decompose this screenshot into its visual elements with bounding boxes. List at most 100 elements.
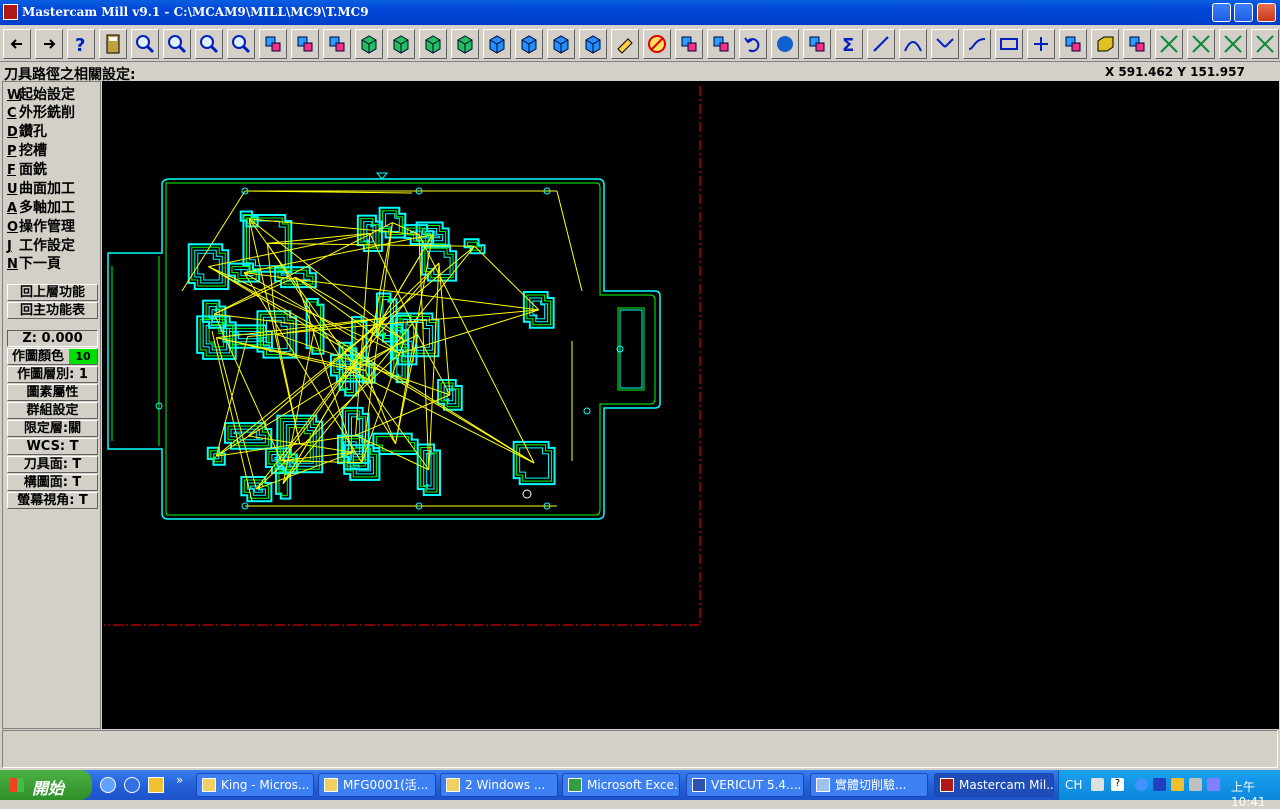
cplane-top-button[interactable]: [483, 29, 511, 59]
trim-2-button[interactable]: [1187, 29, 1215, 59]
maximize-button[interactable]: [1234, 3, 1253, 22]
cplane-button[interactable]: 構圖面: T: [7, 474, 98, 491]
analyze-button[interactable]: [131, 29, 159, 59]
pocket-contour: [194, 249, 223, 284]
undo-button[interactable]: [739, 29, 767, 59]
zoom-fit-button[interactable]: [227, 29, 255, 59]
main-toolbar: ? Σ: [0, 27, 1280, 62]
wcs-button[interactable]: WCS: T: [7, 438, 98, 455]
rapid-move-line: [208, 266, 535, 464]
menu-item-contour[interactable]: C 外形銑削: [7, 102, 75, 121]
taskbar-item-active[interactable]: Mastercam Mil...: [934, 773, 1054, 797]
menu-item-multiaxis[interactable]: A 多軸加工: [7, 197, 75, 216]
graphics-viewport[interactable]: [102, 81, 1279, 729]
trim-3-button[interactable]: [1251, 29, 1279, 59]
view-top-icon: [393, 35, 409, 54]
view-front-button[interactable]: [419, 29, 447, 59]
taskbar-item[interactable]: 2 Windows ...: [440, 773, 558, 797]
start-button[interactable]: 開始: [0, 770, 92, 800]
transform-button[interactable]: [803, 29, 831, 59]
shade-button[interactable]: [771, 29, 799, 59]
spline-button[interactable]: [963, 29, 991, 59]
view-side-button[interactable]: [451, 29, 479, 59]
start-label: 開始: [32, 779, 65, 798]
menu-hotkey: D: [7, 125, 18, 140]
taskbar-item[interactable]: Microsoft Exce...: [562, 773, 680, 797]
keyboard-icon[interactable]: [1091, 778, 1104, 791]
volume-icon[interactable]: [1189, 778, 1202, 791]
pan-button[interactable]: [259, 29, 287, 59]
arrow-right-button[interactable]: [35, 29, 63, 59]
mask-button[interactable]: 限定層:關: [7, 420, 98, 437]
menu-item-face[interactable]: F 面銑: [7, 159, 47, 178]
close-button[interactable]: [1257, 3, 1276, 22]
break-button[interactable]: [1219, 29, 1247, 59]
translate-button[interactable]: [675, 29, 703, 59]
delete-button[interactable]: [643, 29, 671, 59]
sum-button[interactable]: Σ: [835, 29, 863, 59]
help-button[interactable]: ?: [67, 29, 95, 59]
color-button[interactable]: 作圖顏色 10: [7, 348, 98, 365]
unzoom-button[interactable]: [195, 29, 223, 59]
line-button[interactable]: [867, 29, 895, 59]
level-button[interactable]: 作圖層別: 1: [7, 366, 98, 383]
chain-button[interactable]: [1123, 29, 1151, 59]
gview-button[interactable]: 螢幕視角: T: [7, 492, 98, 509]
mastercam-app-icon[interactable]: [3, 4, 18, 20]
fillet-button[interactable]: [931, 29, 959, 59]
arrow-left-button[interactable]: [3, 29, 31, 59]
part-outline: [107, 178, 661, 520]
zoom-button[interactable]: [163, 29, 191, 59]
mirror-button[interactable]: [707, 29, 735, 59]
cplane-side-icon: [553, 35, 569, 54]
menu-item-start-setup[interactable]: W起始設定: [7, 84, 75, 103]
window-select-button[interactable]: [291, 29, 319, 59]
tray-arrow-icon[interactable]: [1135, 778, 1148, 791]
display-icon[interactable]: [1207, 778, 1220, 791]
sum-icon: Σ: [842, 35, 854, 55]
calculator-button[interactable]: [99, 29, 127, 59]
taskbar-item[interactable]: MFG0001(活...: [318, 773, 436, 797]
cplane-front-button[interactable]: [515, 29, 543, 59]
arc-button[interactable]: [899, 29, 927, 59]
menu-item-next-page[interactable]: N下一頁: [7, 253, 61, 272]
taskbar-item[interactable]: King - Micros...: [196, 773, 314, 797]
rapid-move-line: [438, 262, 451, 395]
taskbar-item[interactable]: VERICUT 5.4....: [686, 773, 804, 797]
dynamic-rotate-button[interactable]: [323, 29, 351, 59]
rectangle-button[interactable]: [995, 29, 1023, 59]
main-menu-button[interactable]: 回主功能表: [7, 302, 98, 319]
help-tray-icon[interactable]: ?: [1111, 778, 1124, 791]
erase-button[interactable]: [611, 29, 639, 59]
mirror-icon: [713, 36, 729, 52]
network-icon[interactable]: [1153, 778, 1166, 791]
language-indicator[interactable]: CH: [1065, 778, 1082, 792]
quicklaunch-app-icon[interactable]: [148, 777, 164, 793]
delete-icon: [648, 35, 666, 53]
status-bar: [2, 730, 1278, 768]
z-depth-field[interactable]: Z: 0.000: [7, 330, 98, 347]
attributes-button[interactable]: 圖素屬性: [7, 384, 98, 401]
point-button[interactable]: [1027, 29, 1055, 59]
back-button[interactable]: 回上層功能: [7, 284, 98, 301]
quicklaunch-ie-icon[interactable]: [100, 777, 116, 793]
surface-button[interactable]: [1059, 29, 1087, 59]
minimize-button[interactable]: [1212, 3, 1231, 22]
tray-app-icon[interactable]: [1171, 778, 1184, 791]
solid-button[interactable]: [1091, 29, 1119, 59]
menu-item-surface[interactable]: U曲面加工: [7, 178, 75, 197]
menu-item-operations[interactable]: O操作管理: [7, 216, 75, 235]
cplane-side-button[interactable]: [547, 29, 575, 59]
tplane-button[interactable]: 刀具面: T: [7, 456, 98, 473]
groups-button[interactable]: 群組設定: [7, 402, 98, 419]
trim-button[interactable]: [1155, 29, 1183, 59]
quicklaunch-expand-icon[interactable]: »: [176, 773, 183, 787]
menu-item-job-setup[interactable]: J 工作設定: [7, 235, 75, 254]
cplane-3d-button[interactable]: [579, 29, 607, 59]
view-top-button[interactable]: [387, 29, 415, 59]
menu-item-drill[interactable]: D鑽孔: [7, 121, 47, 140]
view-iso-button[interactable]: [355, 29, 383, 59]
menu-item-pocket[interactable]: P 挖槽: [7, 140, 47, 159]
taskbar-item[interactable]: 實體切削驗...: [810, 773, 928, 797]
quicklaunch-browser-icon[interactable]: [124, 777, 140, 793]
